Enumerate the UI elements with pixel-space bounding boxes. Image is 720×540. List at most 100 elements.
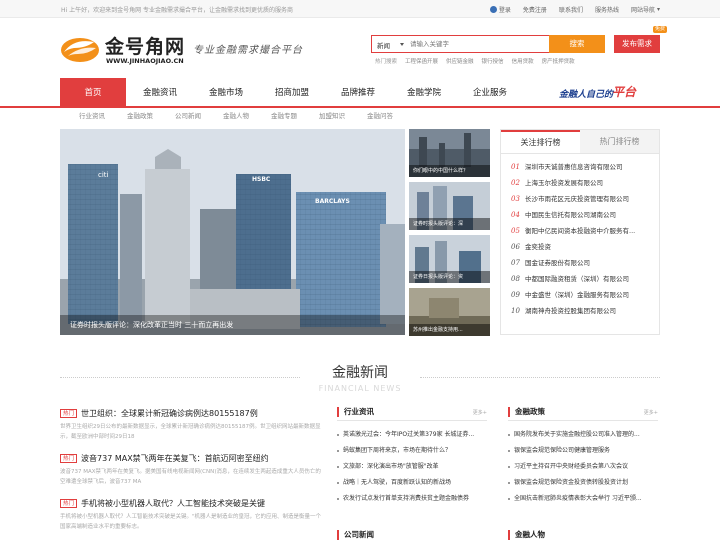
promo-text: 金融人自己的 — [559, 90, 614, 100]
thumbnail-caption: 证券时报头版评论：深 — [409, 218, 490, 230]
more-link[interactable]: 更多+ — [644, 409, 658, 416]
rank-title: 长沙市雨花区元庆投资管理有限公司 — [525, 195, 629, 203]
rank-title: 中都国际融资租赁（深圳）有限公司 — [525, 275, 629, 283]
site-logo[interactable]: 金号角网 WWW.JINHAOJIAO.CN — [60, 30, 190, 70]
list-item[interactable]: 蚂蚁集团下周将来京，市场在期待什么？ — [337, 443, 487, 459]
hsbc-sign: HSBC — [252, 176, 271, 183]
news-item: 热门 世卫组织：全球累计新冠确诊病例达80155187例 世界卫生组织29日公布的… — [60, 407, 325, 442]
list-item[interactable]: 文旅部：深化演出市场"放管服"改革 — [337, 459, 487, 475]
list-item[interactable]: 银保监会规范保险资金投资债转股投资计划 — [508, 475, 658, 491]
news-list: 热门 世卫组织：全球累计新冠确诊病例达80155187例 世界卫生组织29日公布的… — [60, 407, 325, 540]
promo-highlight: 平台 — [612, 85, 637, 99]
news-title[interactable]: 世卫组织：全球累计新冠确诊病例达80155187例 — [81, 408, 258, 419]
hot-search-item[interactable]: 房产抵押贷款 — [542, 57, 575, 65]
news-summary: 手机将被小型机器人取代？人工智能技术突破是关键。"机器人是制造业的皇冠，它的应用… — [60, 514, 322, 530]
tab-hot-ranking[interactable]: 热门排行榜 — [580, 130, 659, 153]
nav-item-academy[interactable]: 金融学院 — [391, 78, 457, 108]
nav-item-market[interactable]: 金融市场 — [193, 78, 259, 108]
ranking-item[interactable]: 07 国金证券股份有限公司 — [511, 255, 659, 271]
list-item[interactable]: 农发行试点发行首单支持消费扶贫主题金融债券 — [337, 491, 487, 507]
ranking-item[interactable]: 08 中都国际融资租赁（深圳）有限公司 — [511, 271, 659, 287]
subnav-item[interactable]: 加盟知识 — [319, 110, 345, 126]
section-subtitle: FINANCIAL NEWS — [318, 384, 402, 393]
barclays-sign: BARCLAYS — [315, 198, 350, 205]
header: 金号角网 WWW.JINHAOJIAO.CN 专业金融需求撮合平台 新闻 搜索 … — [0, 18, 720, 78]
subnav-item[interactable]: 金融人物 — [223, 110, 249, 126]
rank-number: 01 — [511, 163, 520, 171]
search-input[interactable] — [410, 36, 550, 52]
search-category-select[interactable]: 新闻 — [377, 40, 390, 50]
nav-item-news[interactable]: 金融资讯 — [127, 78, 193, 108]
sitenav-label: 网站导航 — [630, 7, 655, 14]
nav-item-services[interactable]: 企业服务 — [457, 78, 523, 108]
company-news-column: 公司新闻 — [337, 530, 487, 540]
subnav-item[interactable]: 行业资讯 — [79, 110, 105, 126]
news-title[interactable]: 手机将被小型机器人取代？人工智能技术突破是关键 — [81, 498, 265, 509]
section-title: 金融新闻 — [332, 365, 388, 381]
hot-search-item[interactable]: 供应链金融 — [446, 57, 474, 65]
ranking-item[interactable]: 02 上海玉尔投资发展有限公司 — [511, 175, 659, 191]
thumbnail-list: 你们眼中的中国什么样？ 证券时报头版评论：深 证券日报头版评论：资 苏州推出金融… — [409, 129, 490, 341]
rank-number: 10 — [511, 307, 520, 315]
hot-search-item[interactable]: 工程保函开展 — [405, 57, 438, 65]
list-item[interactable]: 银保监会规范保险公司健康管理服务 — [508, 443, 658, 459]
service-link[interactable]: 服务热线 — [595, 5, 619, 14]
policy-column: 金融政策 更多+ 国务院发布关于实施金融控股公司准入管理的... 银保监会规范保险… — [508, 407, 658, 507]
rank-number: 06 — [511, 243, 520, 251]
subnav-item[interactable]: 金融问答 — [367, 110, 393, 126]
ranking-item[interactable]: 06 金奕投资 — [511, 239, 659, 255]
nav-item-brands[interactable]: 品牌推荐 — [325, 78, 391, 108]
sub-nav: 行业资讯 金融政策 公司新闻 金融人物 金融专题 加盟知识 金融问答 — [60, 110, 393, 126]
section-heading: 金融新闻 FINANCIAL NEWS — [60, 362, 660, 396]
thumbnail-item[interactable]: 苏州推出金融支持用... — [409, 288, 490, 336]
ranking-panel: 关注排行榜 热门排行榜 01 深圳市天诚普惠信息咨询有限公司 02 上海玉尔投资发展… — [500, 129, 660, 335]
publish-request-button[interactable]: 发布需求 免费 — [614, 26, 667, 53]
column-title: 金融人物 — [508, 530, 658, 540]
ranking-item[interactable]: 04 中国民生信托有限公司湖南公司 — [511, 207, 659, 223]
search-button[interactable]: 搜索 — [549, 35, 605, 53]
thumbnail-item[interactable]: 证券时报头版评论：深 — [409, 182, 490, 230]
ranking-item[interactable]: 01 深圳市天诚普惠信息咨询有限公司 — [511, 159, 659, 175]
subnav-item[interactable]: 金融政策 — [127, 110, 153, 126]
industry-news-column: 行业资讯 更多+ 英诺激光过会：今年IPO过关第379家 长城证券... 蚂蚁集团… — [337, 407, 487, 507]
chevron-down-icon — [400, 43, 404, 46]
hot-search-item[interactable]: 信用贷款 — [512, 57, 534, 65]
list-item[interactable]: 习近平主持召开中央财经委员会第八次会议 — [508, 459, 658, 475]
subnav-item[interactable]: 公司新闻 — [175, 110, 201, 126]
nav-item-home[interactable]: 首页 — [60, 78, 126, 108]
sitenav-link[interactable]: 网站导航 ▾ — [631, 5, 660, 14]
rank-number: 04 — [511, 211, 520, 219]
ranking-item[interactable]: 03 长沙市雨花区元庆投资管理有限公司 — [511, 191, 659, 207]
contact-link[interactable]: 联系我们 — [559, 5, 583, 14]
rank-title: 深圳市天诚普惠信息咨询有限公司 — [525, 163, 623, 171]
list-item[interactable]: 国务院发布关于实施金融控股公司准入管理的... — [508, 427, 658, 443]
list-item[interactable]: 战略｜无人驾驶，百度新跃认知的新战场 — [337, 475, 487, 491]
thumbnail-item[interactable]: 你们眼中的中国什么样？ — [409, 129, 490, 177]
ranking-item[interactable]: 05 衡阳中亿民间资本投融资中介服务有... — [511, 223, 659, 239]
subnav-item[interactable]: 金融专题 — [271, 110, 297, 126]
login-link[interactable]: 登录 — [489, 5, 511, 14]
more-link[interactable]: 更多+ — [473, 409, 487, 416]
news-title[interactable]: 波音737 MAX禁飞两年在美复飞：首航迈阿密至纽约 — [81, 453, 269, 464]
hero-caption[interactable]: 证券时报头版评论：深化改革正当时 三十而立再出发 — [60, 315, 405, 335]
ranking-item[interactable]: 09 中金盛世（深圳）金融服务有限公司 — [511, 287, 659, 303]
thumbnail-item[interactable]: 证券日报头版评论：资 — [409, 235, 490, 283]
register-link[interactable]: 免费注册 — [523, 5, 547, 14]
ranking-list: 01 深圳市天诚普惠信息咨询有限公司 02 上海玉尔投资发展有限公司 03 长沙市雨花… — [501, 154, 659, 319]
list-item[interactable]: 全国抗击新冠肺炎疫情表彰大会举行 习近平颁... — [508, 491, 658, 507]
rank-title: 湖南神舟投资控股集团有限公司 — [525, 307, 616, 315]
promo-banner[interactable]: 金融人自己的 平台 — [555, 81, 665, 105]
tab-follow-ranking[interactable]: 关注排行榜 — [501, 130, 580, 153]
list-item[interactable]: 英诺激光过会：今年IPO过关第379家 长城证券... — [337, 427, 487, 443]
thumbnail-caption: 苏州推出金融支持用... — [409, 324, 490, 336]
hot-search-item[interactable]: 银行授信 — [482, 57, 504, 65]
nav-item-franchise[interactable]: 招商加盟 — [259, 78, 325, 108]
login-label: 登录 — [498, 7, 511, 14]
rank-title: 上海玉尔投资发展有限公司 — [525, 179, 603, 187]
hero-slide[interactable]: citi HSBC BARCLAYS 证券时报头版评论：深化改革正当时 三十而立… — [60, 129, 405, 335]
news-summary: 世界卫生组织29日公布的最新数据显示，全球累计新冠确诊病例达80155187例。… — [60, 424, 321, 440]
news-item: 热门 波音737 MAX禁飞两年在美复飞：首航迈阿密至纽约 波音737 MAX禁飞… — [60, 452, 325, 487]
ranking-item[interactable]: 10 湖南神舟投资控股集团有限公司 — [511, 303, 659, 319]
column-title: 金融政策 — [508, 407, 545, 417]
thumbnail-caption: 证券日报头版评论：资 — [409, 271, 490, 283]
